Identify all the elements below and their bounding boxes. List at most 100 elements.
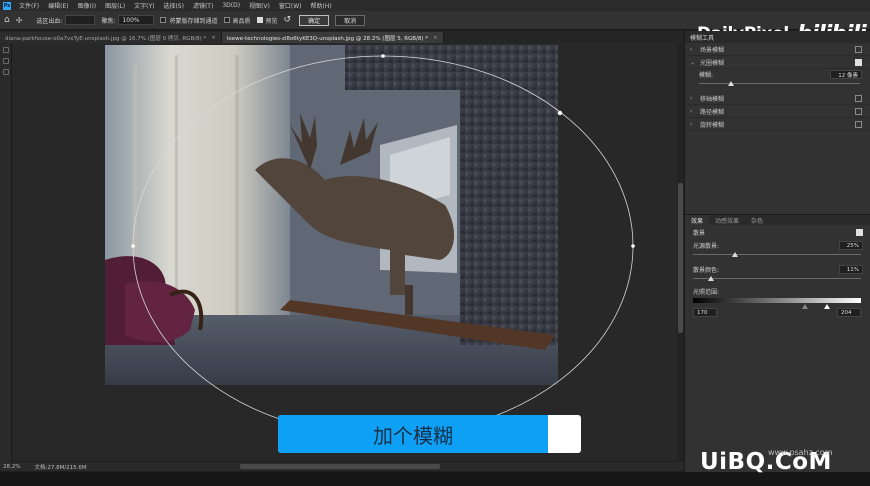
iris-right-handle[interactable] xyxy=(631,244,635,248)
light-range-high-handle[interactable] xyxy=(824,304,830,309)
blur-amount-label: 模糊: xyxy=(699,72,714,79)
light-bokeh-slider[interactable] xyxy=(693,251,861,259)
selection-bleed-control: 选区出血: xyxy=(36,15,96,25)
iris-top-handle[interactable] xyxy=(381,54,385,58)
slider-track xyxy=(693,278,861,279)
bokeh-label: 散景 xyxy=(693,230,706,237)
preview-checkbox[interactable] xyxy=(256,17,263,23)
effects-tabs: 效果 动感效果 杂色 xyxy=(685,214,870,226)
blur-item-label: 路径模糊 xyxy=(700,108,725,116)
light-bokeh-field[interactable]: 25% xyxy=(839,241,863,250)
save-mask-option[interactable]: 将蒙版存储到通道 xyxy=(160,16,218,25)
chevron-right-icon[interactable]: › xyxy=(690,95,700,102)
menu-help[interactable]: 帮助(H) xyxy=(311,1,332,10)
blur-item-label: 移轴模糊 xyxy=(700,95,725,103)
blur-item-field[interactable]: › 场景模糊 xyxy=(685,43,870,56)
light-range-row: 光照范围: xyxy=(685,286,870,297)
bokeh-color-label: 散景颜色: xyxy=(693,267,720,274)
light-range-values: 170 204 xyxy=(693,308,861,317)
zoom-level[interactable]: 28.2% xyxy=(3,464,20,470)
tools-panel xyxy=(0,31,12,471)
blur-item-checkbox[interactable] xyxy=(855,107,862,115)
menu-edit[interactable]: 编辑(E) xyxy=(48,1,68,10)
tool-crop-icon[interactable] xyxy=(2,69,9,75)
menu-bar: Ps 文件(F) 编辑(E) 图像(I) 图层(L) 文字(Y) 选择(S) 滤… xyxy=(0,0,870,11)
focus-field[interactable]: 100% xyxy=(118,15,155,25)
iris-roundness-handle[interactable] xyxy=(557,110,563,116)
tab-label: loewe-technologies-zi8o6tyKE3Q-unsplash.… xyxy=(226,35,429,42)
blur-item-checkbox[interactable] xyxy=(855,120,862,128)
chevron-right-icon[interactable]: › xyxy=(690,46,700,53)
blur-item-checkbox[interactable] xyxy=(855,58,862,66)
tab-loewe-technologies[interactable]: loewe-technologies-zi8o6tyKE3Q-unsplash.… xyxy=(221,32,444,43)
light-bokeh-label: 光源散景: xyxy=(693,243,720,250)
tab-motion-effects[interactable]: 动感效果 xyxy=(709,215,745,226)
blur-item-label: 旋转模糊 xyxy=(700,121,725,129)
preview-option[interactable]: 预览 xyxy=(256,16,278,25)
horizontal-scrollbar[interactable] xyxy=(240,464,440,469)
site-watermark-sub: www.psahz.com xyxy=(768,448,833,457)
blur-item-checkbox[interactable] xyxy=(855,94,862,102)
scroll-thumb[interactable] xyxy=(678,183,683,333)
light-range-low-handle[interactable] xyxy=(802,304,808,309)
blur-amount-field[interactable]: 12 像素 xyxy=(830,70,862,79)
high-quality-checkbox[interactable] xyxy=(223,17,230,23)
slider-knob[interactable] xyxy=(728,81,735,86)
light-range-low-field[interactable]: 170 xyxy=(693,308,717,317)
menu-select[interactable]: 选择(S) xyxy=(163,1,184,10)
home-icon[interactable]: ⌂ xyxy=(4,15,10,25)
menu-type[interactable]: 文字(Y) xyxy=(134,1,154,10)
light-range-label: 光照范围: xyxy=(693,289,720,296)
ok-button[interactable]: 确定 xyxy=(299,14,330,26)
blur-item-label: 场景模糊 xyxy=(700,46,725,54)
high-quality-label: 高品质 xyxy=(232,17,251,25)
menu-image[interactable]: 图像(I) xyxy=(78,1,96,10)
slider-knob[interactable] xyxy=(732,252,738,257)
bokeh-checkbox[interactable] xyxy=(856,229,863,236)
chevron-right-icon[interactable]: › xyxy=(690,108,700,115)
blur-item-checkbox[interactable] xyxy=(855,45,862,53)
tool-lasso-icon[interactable] xyxy=(2,58,9,64)
caption-text: 加个模糊 xyxy=(373,423,453,448)
cancel-button[interactable]: 取消 xyxy=(335,14,366,26)
tab-diana-parkhouse[interactable]: diana-parkhouse-o0a7vxTyE-unsplash.jpg @… xyxy=(0,32,222,43)
menu-filter[interactable]: 滤镜(T) xyxy=(193,1,213,10)
menu-file[interactable]: 文件(F) xyxy=(19,1,39,10)
iris-blur-overlay[interactable] xyxy=(12,43,682,461)
selection-bleed-field[interactable] xyxy=(65,15,96,25)
reset-icon[interactable]: ↺ xyxy=(284,15,292,25)
chevron-down-icon[interactable]: ⌄ xyxy=(690,59,700,66)
menu-layer[interactable]: 图层(L) xyxy=(105,1,125,10)
tab-effects[interactable]: 效果 xyxy=(685,214,710,226)
iris-left-handle[interactable] xyxy=(131,244,135,248)
tool-marquee-icon[interactable] xyxy=(2,47,9,53)
document-info: 文档:27.8M/215.6M xyxy=(34,464,87,471)
chevron-right-icon[interactable]: › xyxy=(690,121,700,128)
tab-noise[interactable]: 杂色 xyxy=(745,215,769,226)
blur-item-tilt-shift[interactable]: › 移轴模糊 xyxy=(685,92,870,105)
blur-amount-slider[interactable] xyxy=(699,80,860,88)
light-range-gradient[interactable] xyxy=(693,298,861,309)
light-range-high-field[interactable]: 204 xyxy=(837,308,861,317)
high-quality-option[interactable]: 高品质 xyxy=(223,16,251,25)
preview-label: 预览 xyxy=(265,17,278,25)
blur-amount-row: 模糊: 12 像素 xyxy=(685,69,870,80)
tutorial-caption: 加个模糊 xyxy=(278,415,581,453)
vertical-scrollbar[interactable] xyxy=(677,43,684,461)
menu-window[interactable]: 窗口(W) xyxy=(279,1,302,10)
blur-item-iris[interactable]: ⌄ 光圈模糊 xyxy=(685,56,870,69)
menu-3d[interactable]: 3D(D) xyxy=(222,2,240,9)
photoshop-logo-icon: Ps xyxy=(3,1,11,10)
menu-view[interactable]: 视图(V) xyxy=(249,1,270,10)
bokeh-color-slider[interactable] xyxy=(693,275,861,283)
blur-item-path[interactable]: › 路径模糊 xyxy=(685,105,870,118)
slider-knob[interactable] xyxy=(708,276,715,281)
close-icon[interactable]: × xyxy=(211,35,216,41)
bokeh-color-field[interactable]: 11% xyxy=(839,265,863,274)
save-mask-checkbox[interactable] xyxy=(160,17,167,23)
close-icon[interactable]: × xyxy=(433,35,438,41)
bokeh-color-row: 散景颜色: 11% xyxy=(685,264,870,275)
blur-item-spin[interactable]: › 旋转模糊 xyxy=(685,118,870,131)
pin-tool-icon[interactable]: ✢ xyxy=(16,16,23,25)
effects-section: 散景 光源散景: 25% 散景颜色: 11% 光照范围: 170 204 xyxy=(685,227,870,317)
